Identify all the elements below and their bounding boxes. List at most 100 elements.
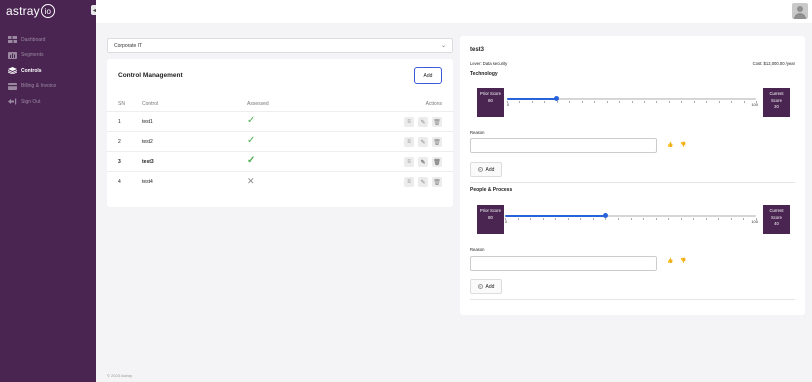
table-row[interactable]: 1 test1 ✓ ≡ ✎ 🗑 [107, 111, 453, 131]
score-slider[interactable]: 0 100 [507, 93, 758, 107]
slider-ticks [505, 218, 757, 220]
list-icon[interactable]: ≡ [404, 157, 414, 167]
segment-select[interactable]: Corporate IT ⌄ [107, 38, 453, 53]
reason-input[interactable] [470, 138, 657, 153]
add-reason-label: Add [485, 283, 495, 290]
add-reason-button[interactable]: + Add [470, 162, 502, 177]
slider-fill [505, 215, 606, 217]
thumbs-down-icon[interactable]: 👎 [680, 142, 686, 148]
footer-copyright: © 2023 Astray [107, 373, 133, 378]
thumbs-up-icon[interactable]: 👍 [667, 142, 673, 148]
list-icon[interactable]: ≡ [404, 137, 414, 147]
sidebar-item-label: Segments [21, 52, 44, 59]
sidebar-item-label: Dashboard [21, 36, 46, 43]
slider-tick [668, 218, 669, 220]
slider-tick [592, 218, 594, 220]
check-icon: ✓ [247, 115, 256, 126]
prior-score-value: 80 [488, 214, 493, 220]
add-control-button[interactable]: Add [414, 67, 442, 84]
slider-min: 0 [507, 101, 510, 107]
layers-icon [7, 67, 18, 75]
column-header-sn: SN [118, 101, 125, 107]
column-header-control: Control [142, 101, 159, 107]
slider-tick [544, 101, 545, 103]
thumbs-down-icon[interactable]: 👎 [680, 258, 686, 264]
check-icon: ✓ [247, 135, 256, 146]
slider-tick [693, 101, 695, 103]
current-score-value: 40 [774, 221, 779, 226]
sidebar-item-controls[interactable]: Controls [7, 63, 94, 79]
thumbs-up-icon[interactable]: 👍 [667, 258, 673, 264]
slider-max: 100 [751, 218, 758, 224]
prior-score-label: Prior Score [480, 91, 501, 96]
current-score-box: Current Score 20 [763, 88, 790, 117]
sidebar-item-label: Billing & Invoice [21, 83, 57, 90]
slider-max: 100 [751, 101, 758, 107]
slider-tick [519, 101, 520, 103]
section-title-people-process: People & Process [470, 187, 513, 193]
slider-tick [542, 218, 544, 220]
trash-icon[interactable]: 🗑 [432, 177, 442, 187]
list-icon[interactable]: ≡ [404, 117, 414, 127]
slider-tick [606, 101, 608, 103]
cross-icon: ✕ [247, 176, 255, 186]
column-header-actions: Actions [425, 101, 442, 107]
divider [470, 299, 795, 300]
control-detail-card: test3 Lever: Data security Cost: $12,000… [460, 36, 805, 315]
row-sn: 3 [118, 159, 121, 165]
slider-fill [507, 98, 557, 100]
row-actions: ≡ ✎ 🗑 [404, 157, 442, 167]
divider [470, 182, 795, 183]
slider-tick [668, 101, 670, 103]
logo-ring: io [40, 4, 55, 18]
score-slider[interactable]: 0 100 [505, 210, 758, 224]
top-bar [96, 0, 812, 23]
table-row[interactable]: 2 test2 ✓ ≡ ✎ 🗑 [107, 131, 453, 151]
sidebar-item-segments[interactable]: Segments [8, 48, 94, 64]
slider-tick [594, 101, 595, 103]
lever-text: Lever: Data security [470, 61, 508, 66]
sidebar-item-sign-out[interactable]: Sign Out [8, 94, 94, 110]
slider-ticks [507, 101, 757, 103]
add-reason-button[interactable]: + Add [470, 279, 502, 294]
row-sn: 2 [118, 139, 121, 145]
row-control: test2 [142, 139, 153, 145]
slider-tick [718, 218, 719, 220]
row-actions: ≡ ✎ 🗑 [404, 137, 442, 147]
avatar[interactable] [792, 3, 808, 19]
edit-icon[interactable]: ✎ [418, 157, 428, 167]
edit-icon[interactable]: ✎ [418, 117, 428, 127]
table-row[interactable]: 4 test4 ✕ ≡ ✎ 🗑 [107, 171, 453, 191]
slider-tick [655, 218, 657, 220]
app-logo[interactable]: astray io [6, 3, 55, 19]
control-meta: Lever: Data security Cost: $12,000.00 /y… [470, 61, 795, 69]
avatar-body [794, 13, 806, 19]
page-title: Control Management [118, 72, 183, 79]
table-row-selected[interactable]: 3 test3 ✓ ≡ ✎ 🗑 [107, 151, 453, 171]
edit-icon[interactable]: ✎ [418, 177, 428, 187]
row-control: test3 [142, 159, 154, 165]
slider-tick [556, 101, 558, 103]
list-icon[interactable]: ≡ [404, 177, 414, 187]
sidebar-item-billing[interactable]: Billing & Invoice [8, 79, 94, 95]
slider-tick [631, 101, 632, 103]
slider-tick [681, 101, 682, 103]
slider-tick [531, 101, 533, 103]
prior-score-value: 80 [488, 97, 493, 103]
slider-tick [743, 218, 744, 220]
trash-icon[interactable]: 🗑 [432, 117, 442, 127]
edit-icon[interactable]: ✎ [418, 137, 428, 147]
trash-icon[interactable]: 🗑 [432, 157, 442, 167]
reason-input[interactable] [470, 256, 657, 271]
add-reason-label: Add [485, 166, 495, 173]
sidebar-item-label: Controls [21, 67, 42, 74]
avatar-head [797, 6, 803, 12]
sidebar: astray io Dashboard Segments Controls Bil… [0, 0, 96, 382]
sidebar-item-dashboard[interactable]: Dashboard [8, 32, 94, 48]
slider-tick [530, 218, 531, 220]
slider-thumb[interactable] [602, 213, 608, 218]
control-management-card: Control Management Add SN Control Assess… [107, 59, 453, 207]
slider-tick [731, 101, 732, 103]
row-actions: ≡ ✎ 🗑 [404, 177, 442, 187]
trash-icon[interactable]: 🗑 [432, 137, 442, 147]
